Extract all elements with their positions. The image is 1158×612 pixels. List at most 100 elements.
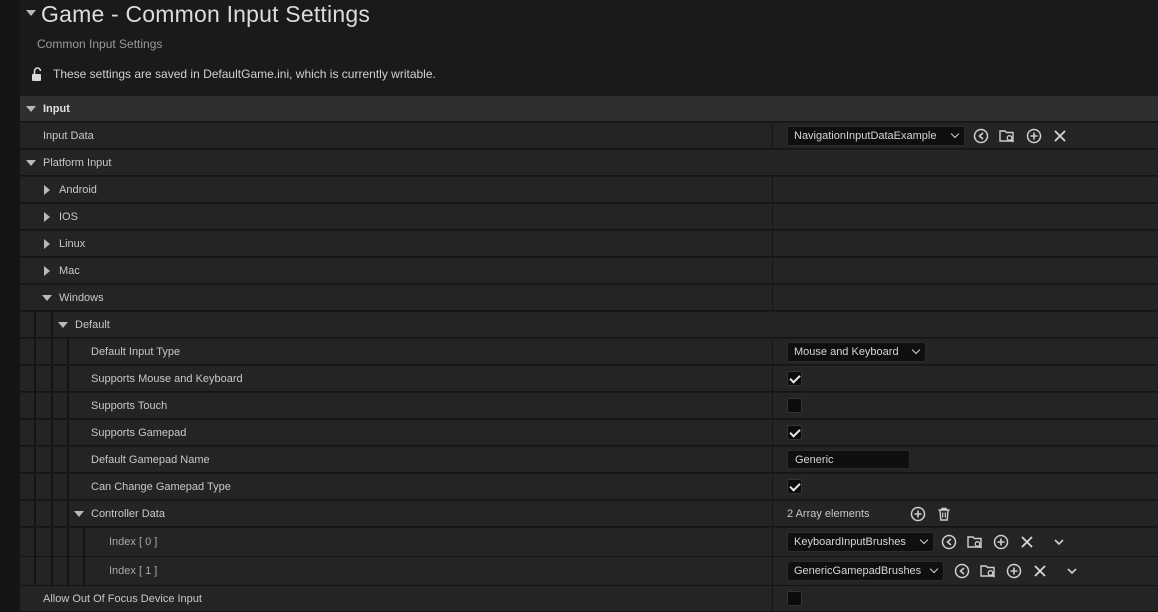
property-label: Allow Out Of Focus Device Input [43, 593, 202, 605]
platform-row-mac[interactable]: Mac [20, 258, 1158, 284]
platform-row-ios[interactable]: IOS [20, 204, 1158, 230]
property-label: Input Data [43, 130, 94, 142]
indent-guide [34, 528, 36, 556]
dropdown-value: GenericGamepadBrushes [794, 565, 922, 577]
default-input-type-dropdown[interactable]: Mouse and Keyboard [787, 342, 926, 362]
chevron-down-icon [911, 345, 921, 355]
plus-circle-icon[interactable] [1006, 563, 1022, 579]
triangle-down-icon[interactable] [74, 511, 84, 517]
column-divider[interactable] [772, 501, 773, 526]
chevron-down-icon[interactable] [1051, 534, 1067, 550]
property-supports-mouse-keyboard: Supports Mouse and Keyboard [20, 366, 1158, 392]
can-change-gamepad-type-checkbox[interactable] [787, 479, 802, 494]
platform-label: Android [59, 184, 97, 196]
group-label: Default [75, 319, 110, 331]
column-divider[interactable] [772, 366, 773, 391]
column-divider[interactable] [772, 339, 773, 364]
column-divider[interactable] [772, 474, 773, 499]
column-divider[interactable] [772, 231, 773, 256]
indent-guide [51, 557, 53, 585]
indent-guide [83, 528, 85, 556]
arrow-left-circle-icon[interactable] [973, 128, 989, 144]
chevron-down-icon [950, 129, 960, 139]
arrow-left-circle-icon[interactable] [954, 563, 970, 579]
column-divider[interactable] [772, 586, 773, 611]
column-divider[interactable] [772, 393, 773, 418]
trash-icon[interactable] [936, 506, 952, 522]
plus-circle-icon[interactable] [910, 506, 926, 522]
folder-search-icon[interactable] [967, 534, 983, 550]
controller-data-1-dropdown[interactable]: GenericGamepadBrushes [787, 561, 944, 581]
triangle-down-icon[interactable] [26, 106, 36, 112]
default-gamepad-name-input[interactable]: Generic [787, 450, 910, 469]
indent-guide [34, 366, 36, 391]
array-count: 2 Array elements [787, 508, 870, 520]
property-label: Default Input Type [91, 346, 181, 358]
arrow-left-circle-icon[interactable] [941, 534, 957, 550]
indent-guide [34, 312, 36, 337]
indent-guide [67, 501, 69, 526]
property-label: Supports Touch [91, 400, 168, 412]
column-divider[interactable] [772, 447, 773, 472]
platform-row-android[interactable]: Android [20, 177, 1158, 203]
property-platform-input[interactable]: Platform Input [20, 150, 1158, 176]
platform-label: Windows [59, 292, 104, 304]
chevron-down-icon[interactable] [1064, 563, 1080, 579]
column-divider[interactable] [772, 528, 773, 556]
triangle-right-icon[interactable] [44, 185, 50, 195]
indent-guide [67, 474, 69, 499]
column-divider[interactable] [772, 204, 773, 229]
platform-row-windows[interactable]: Windows [20, 285, 1158, 311]
close-icon[interactable] [1032, 563, 1048, 579]
group-default[interactable]: Default [20, 312, 1158, 338]
page-subtitle: Common Input Settings [37, 37, 163, 51]
supports-touch-checkbox[interactable] [787, 398, 802, 413]
allow-out-of-focus-checkbox[interactable] [787, 591, 802, 606]
property-allow-out-of-focus: Allow Out Of Focus Device Input [20, 586, 1158, 612]
chevron-down-icon [919, 535, 929, 545]
triangle-down-icon[interactable] [42, 295, 52, 301]
close-icon[interactable] [1019, 534, 1035, 550]
input-data-dropdown[interactable]: NavigationInputDataExample [787, 126, 965, 146]
dropdown-value: Mouse and Keyboard [794, 346, 899, 358]
indent-guide [51, 339, 53, 364]
supports-mouse-keyboard-checkbox[interactable] [787, 371, 802, 386]
category-input[interactable]: Input [20, 96, 1158, 122]
property-label: Controller Data [91, 508, 165, 520]
dropdown-value: NavigationInputDataExample [794, 130, 937, 142]
array-item-0: Index [ 0 ] KeyboardInputBrushes [20, 528, 1158, 557]
unlock-icon[interactable] [30, 66, 46, 82]
column-divider[interactable] [772, 123, 773, 148]
triangle-right-icon[interactable] [44, 239, 50, 249]
property-label: Default Gamepad Name [91, 454, 210, 466]
triangle-right-icon[interactable] [44, 266, 50, 276]
controller-data-0-dropdown[interactable]: KeyboardInputBrushes [787, 532, 934, 552]
triangle-right-icon[interactable] [44, 212, 50, 222]
plus-circle-icon[interactable] [993, 534, 1009, 550]
indent-guide [67, 447, 69, 472]
column-divider[interactable] [772, 258, 773, 283]
supports-gamepad-checkbox[interactable] [787, 425, 802, 440]
indent-guide [51, 366, 53, 391]
platform-label: Mac [59, 265, 80, 277]
triangle-down-icon[interactable] [26, 160, 36, 166]
platform-row-linux[interactable]: Linux [20, 231, 1158, 257]
folder-search-icon[interactable] [999, 128, 1015, 144]
check-icon [789, 426, 801, 438]
property-label: Supports Gamepad [91, 427, 187, 439]
column-divider[interactable] [772, 177, 773, 202]
column-divider[interactable] [772, 285, 773, 310]
column-divider[interactable] [772, 420, 773, 445]
close-icon[interactable] [1052, 128, 1068, 144]
writable-notice: These settings are saved in DefaultGame.… [53, 67, 436, 81]
indent-guide [34, 474, 36, 499]
triangle-down-icon[interactable] [58, 322, 68, 328]
plus-circle-icon[interactable] [1026, 128, 1042, 144]
column-divider[interactable] [772, 557, 773, 585]
property-controller-data[interactable]: Controller Data 2 Array elements [20, 501, 1158, 527]
property-input-data: Input Data NavigationInputDataExample [20, 123, 1158, 149]
indent-guide [34, 501, 36, 526]
triangle-down-icon[interactable] [26, 10, 36, 16]
chevron-down-icon [929, 564, 939, 574]
folder-search-icon[interactable] [980, 563, 996, 579]
